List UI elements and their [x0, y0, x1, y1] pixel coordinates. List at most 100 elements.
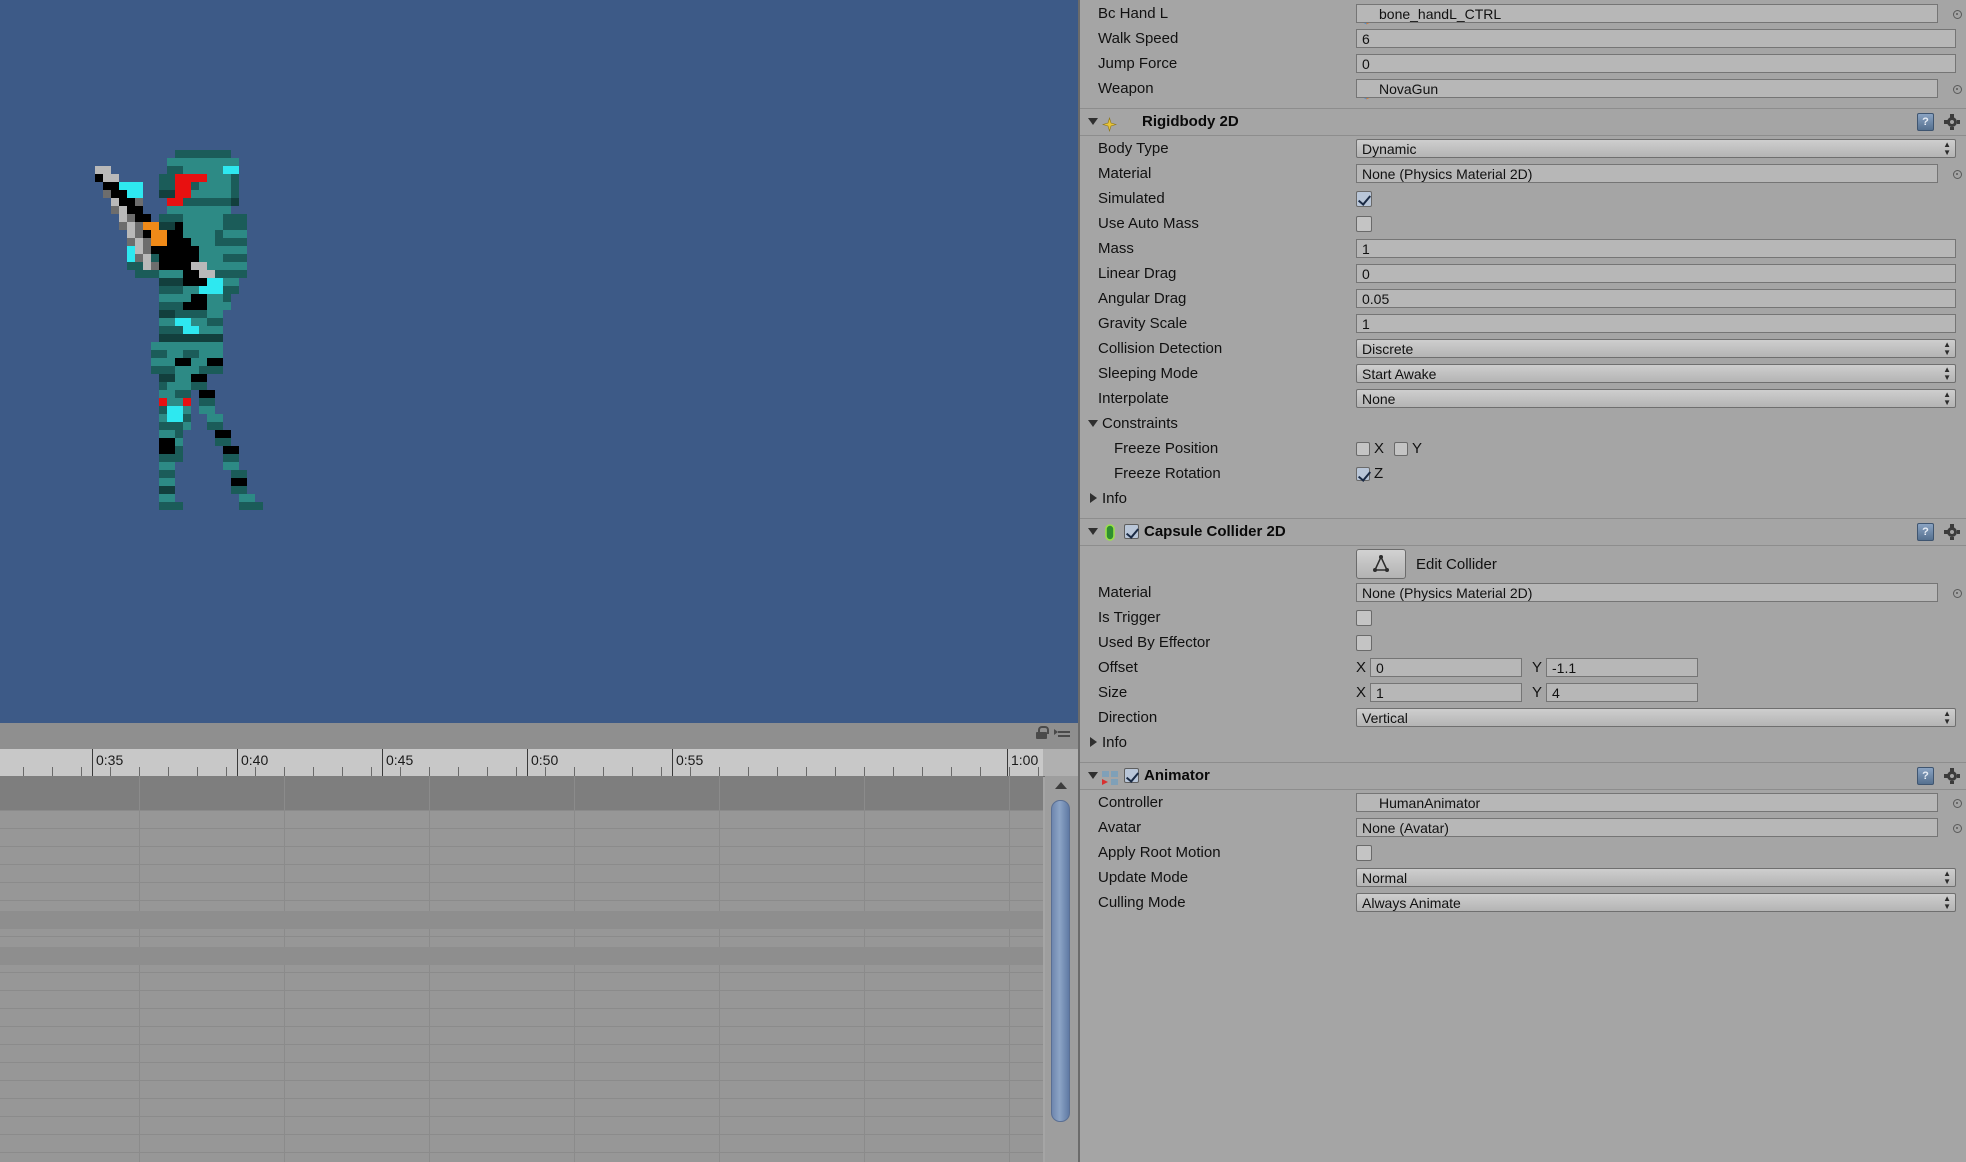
text-field[interactable]: 1: [1356, 314, 1956, 333]
property-row-used-by-effector[interactable]: Used By Effector: [1080, 630, 1966, 655]
property-row-rb-material[interactable]: Material None (Physics Material 2D): [1080, 161, 1966, 186]
component-header-capsule-collider2d[interactable]: Capsule Collider 2D ?: [1080, 518, 1966, 546]
popup-field[interactable]: Vertical ▲ ▼: [1356, 708, 1956, 727]
object-field[interactable]: None (Avatar): [1356, 818, 1938, 837]
component-enabled-checkbox[interactable]: [1124, 524, 1139, 539]
dopesheet-scrollbar[interactable]: [1045, 776, 1078, 1162]
property-row-offset[interactable]: Offset X 0 Y -1.1: [1080, 655, 1966, 680]
property-row-is-trigger[interactable]: Is Trigger: [1080, 605, 1966, 630]
freeze-rotation-z-checkbox[interactable]: [1356, 467, 1370, 481]
object-field[interactable]: bone_handL_CTRL: [1356, 4, 1938, 23]
text-field[interactable]: 0: [1356, 54, 1956, 73]
object-field[interactable]: HumanAnimator: [1356, 793, 1938, 812]
popup-field[interactable]: Dynamic ▲ ▼: [1356, 139, 1956, 158]
property-row-size[interactable]: Size X 1 Y 4: [1080, 680, 1966, 705]
text-field[interactable]: 1: [1356, 239, 1956, 258]
property-row-simulated[interactable]: Simulated: [1080, 186, 1966, 211]
offset-y-field[interactable]: -1.1: [1546, 658, 1698, 677]
scene-view[interactable]: [0, 0, 1078, 723]
sprite-pixel: [159, 254, 199, 262]
lock-icon[interactable]: [1036, 726, 1049, 739]
freeze-position-x-checkbox[interactable]: [1356, 442, 1370, 456]
ruler-major-tick: [1007, 749, 1008, 776]
help-book-icon[interactable]: ?: [1917, 767, 1934, 785]
object-picker-icon[interactable]: [1953, 170, 1962, 179]
property-row-direction[interactable]: Direction Vertical ▲ ▼: [1080, 705, 1966, 730]
property-row-avatar[interactable]: Avatar None (Avatar): [1080, 815, 1966, 840]
foldout-triangle-icon[interactable]: [1088, 420, 1098, 427]
foldout-triangle-icon[interactable]: [1088, 772, 1098, 779]
object-field[interactable]: None (Physics Material 2D): [1356, 583, 1938, 602]
gear-icon[interactable]: [1944, 768, 1960, 784]
property-row-apply-root-motion[interactable]: Apply Root Motion: [1080, 840, 1966, 865]
property-row-collision-detection[interactable]: Collision Detection Discrete ▲ ▼: [1080, 336, 1966, 361]
property-row-sleeping-mode[interactable]: Sleeping Mode Start Awake ▲ ▼: [1080, 361, 1966, 386]
scrollbar-thumb[interactable]: [1051, 800, 1070, 1122]
foldout-triangle-icon[interactable]: [1088, 118, 1098, 125]
property-row-gravity-scale[interactable]: Gravity Scale 1: [1080, 311, 1966, 336]
object-picker-icon[interactable]: [1953, 589, 1962, 598]
component-header-animator[interactable]: Animator ?: [1080, 762, 1966, 790]
edit-collider-row[interactable]: Edit Collider: [1080, 546, 1966, 580]
size-x-field[interactable]: 1: [1370, 683, 1522, 702]
property-row-angular-drag[interactable]: Angular Drag 0.05: [1080, 286, 1966, 311]
checkbox[interactable]: [1356, 845, 1372, 861]
foldout-triangle-icon[interactable]: [1088, 528, 1098, 535]
property-row-body-type[interactable]: Body Type Dynamic ▲ ▼: [1080, 136, 1966, 161]
text-field[interactable]: 6: [1356, 29, 1956, 48]
hamburger-menu-icon[interactable]: [1054, 727, 1070, 738]
checkbox[interactable]: [1356, 635, 1372, 651]
gear-icon[interactable]: [1944, 114, 1960, 130]
foldout-cc-info[interactable]: Info: [1080, 730, 1966, 755]
freeze-position-y-checkbox[interactable]: [1394, 442, 1408, 456]
property-row-freeze-rotation[interactable]: Freeze Rotation Z: [1080, 461, 1966, 486]
foldout-rb-info[interactable]: Info: [1080, 486, 1966, 511]
help-book-icon[interactable]: ?: [1917, 113, 1934, 131]
object-picker-icon[interactable]: [1953, 824, 1962, 833]
popup-field[interactable]: Start Awake ▲ ▼: [1356, 364, 1956, 383]
object-picker-icon[interactable]: [1953, 799, 1962, 808]
sprite-pixel: [111, 190, 127, 198]
help-book-icon[interactable]: ?: [1917, 523, 1934, 541]
object-field[interactable]: NovaGun: [1356, 79, 1938, 98]
property-row-freeze-position[interactable]: Freeze Position X Y: [1080, 436, 1966, 461]
gear-icon[interactable]: [1944, 524, 1960, 540]
popup-field[interactable]: Discrete ▲ ▼: [1356, 339, 1956, 358]
component-header-rigidbody2d[interactable]: Rigidbody 2D ?: [1080, 108, 1966, 136]
property-row-weapon[interactable]: Weapon NovaGun: [1080, 76, 1966, 101]
property-row-mass[interactable]: Mass 1: [1080, 236, 1966, 261]
text-field[interactable]: 0.05: [1356, 289, 1956, 308]
property-row-interpolate[interactable]: Interpolate None ▲ ▼: [1080, 386, 1966, 411]
property-row-controller[interactable]: Controller HumanAnimator: [1080, 790, 1966, 815]
foldout-triangle-icon[interactable]: [1090, 737, 1097, 747]
foldout-constraints[interactable]: Constraints: [1080, 411, 1966, 436]
property-row-use-auto-mass[interactable]: Use Auto Mass: [1080, 211, 1966, 236]
property-row-jump-force[interactable]: Jump Force 0: [1080, 51, 1966, 76]
component-enabled-checkbox[interactable]: [1124, 768, 1139, 783]
property-row-walk-speed[interactable]: Walk Speed 6: [1080, 26, 1966, 51]
popup-field[interactable]: None ▲ ▼: [1356, 389, 1956, 408]
object-field[interactable]: None (Physics Material 2D): [1356, 164, 1938, 183]
offset-x-field[interactable]: 0: [1370, 658, 1522, 677]
dopesheet-grid[interactable]: [0, 776, 1043, 1162]
object-picker-icon[interactable]: [1953, 10, 1962, 19]
popup-field[interactable]: Always Animate ▲ ▼: [1356, 893, 1956, 912]
size-y-field[interactable]: 4: [1546, 683, 1698, 702]
popup-field[interactable]: Normal ▲ ▼: [1356, 868, 1956, 887]
text-field[interactable]: 0: [1356, 264, 1956, 283]
property-row-culling-mode[interactable]: Culling Mode Always Animate ▲ ▼: [1080, 890, 1966, 915]
ruler-minor-tick: [806, 767, 807, 776]
property-row-cc-material[interactable]: Material None (Physics Material 2D): [1080, 580, 1966, 605]
checkbox[interactable]: [1356, 610, 1372, 626]
property-row-update-mode[interactable]: Update Mode Normal ▲ ▼: [1080, 865, 1966, 890]
timeline-ruler[interactable]: 0:35 0:40 0:45 0:50 0:55 1:00: [0, 749, 1043, 777]
checkbox[interactable]: [1356, 191, 1372, 207]
sprite-pixel: [207, 318, 223, 326]
scroll-up-arrow-icon[interactable]: [1055, 782, 1067, 789]
foldout-triangle-icon[interactable]: [1090, 493, 1097, 503]
edit-collider-button[interactable]: [1356, 549, 1406, 579]
checkbox[interactable]: [1356, 216, 1372, 232]
property-row-linear-drag[interactable]: Linear Drag 0: [1080, 261, 1966, 286]
property-row-bc-hand-l[interactable]: Bc Hand L bone_handL_CTRL: [1080, 1, 1966, 26]
object-picker-icon[interactable]: [1953, 85, 1962, 94]
